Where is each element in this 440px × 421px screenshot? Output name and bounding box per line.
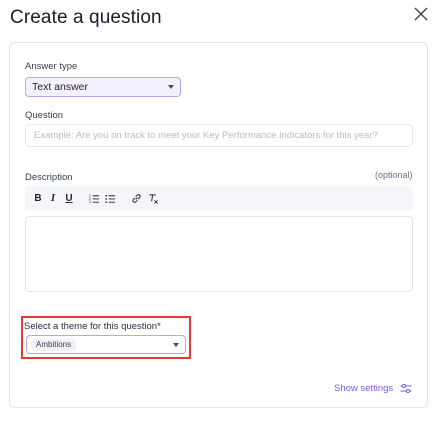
bold-button[interactable]: B <box>31 190 45 206</box>
answer-type-label: Answer type <box>25 61 78 72</box>
answer-type-value: Text answer <box>32 81 89 93</box>
underline-button[interactable]: U <box>62 190 76 206</box>
close-icon <box>414 7 428 21</box>
sliders-icon <box>400 383 412 393</box>
italic-button[interactable]: I <box>46 190 60 206</box>
link-button[interactable] <box>129 190 143 206</box>
theme-select[interactable]: Ambitions <box>26 335 186 354</box>
theme-chip: Ambitions <box>31 339 77 351</box>
question-form-card: Answer type Text answer Question Descrip… <box>9 42 428 408</box>
description-label: Description <box>25 172 73 183</box>
optional-label: (optional) <box>375 170 413 180</box>
description-editor[interactable] <box>25 216 413 292</box>
ordered-list-button[interactable]: 1 2 3 <box>87 190 101 206</box>
question-input[interactable] <box>25 124 413 147</box>
ordered-list-icon: 1 2 3 <box>89 193 99 204</box>
show-settings-button[interactable]: Show settings <box>334 381 412 395</box>
theme-label: Select a theme for this question* <box>24 321 161 332</box>
link-icon <box>131 193 141 203</box>
show-settings-label: Show settings <box>334 382 394 394</box>
svg-text:3: 3 <box>89 200 91 204</box>
clear-format-button[interactable] <box>146 190 160 206</box>
clear-format-icon <box>148 193 158 204</box>
close-button[interactable] <box>410 3 432 25</box>
bullet-list-icon <box>104 194 115 203</box>
bullet-list-button[interactable] <box>103 190 117 206</box>
rich-text-toolbar: B I U 1 2 3 <box>25 186 413 210</box>
chevron-down-icon <box>168 85 174 89</box>
answer-type-select[interactable]: Text answer <box>25 77 181 97</box>
question-label: Question <box>25 110 64 121</box>
chevron-down-icon <box>173 343 179 347</box>
modal-title: Create a question <box>10 7 162 28</box>
